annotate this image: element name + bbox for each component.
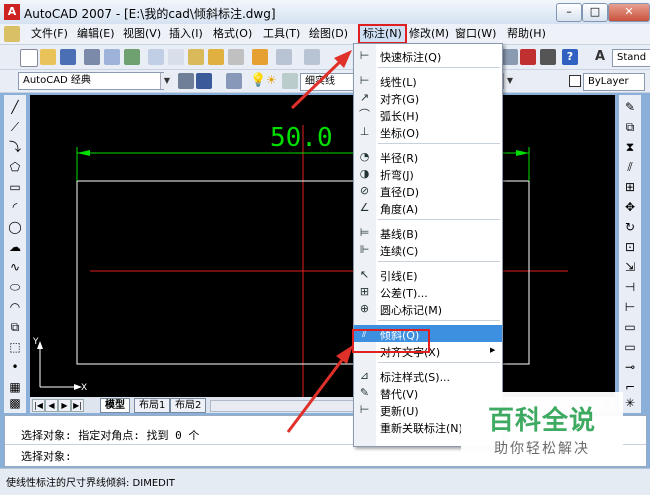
callout-arrowhead-oblique-icon (336, 345, 353, 364)
watermark-main-text: 百科全说 (487, 406, 596, 436)
callout-arrow-oblique (286, 351, 350, 433)
callout-arrow-menu (290, 54, 348, 110)
watermark-logo: 百科全说 助你轻松解决 (461, 392, 623, 466)
watermark-sub-text: 助你轻松解决 (494, 441, 590, 457)
